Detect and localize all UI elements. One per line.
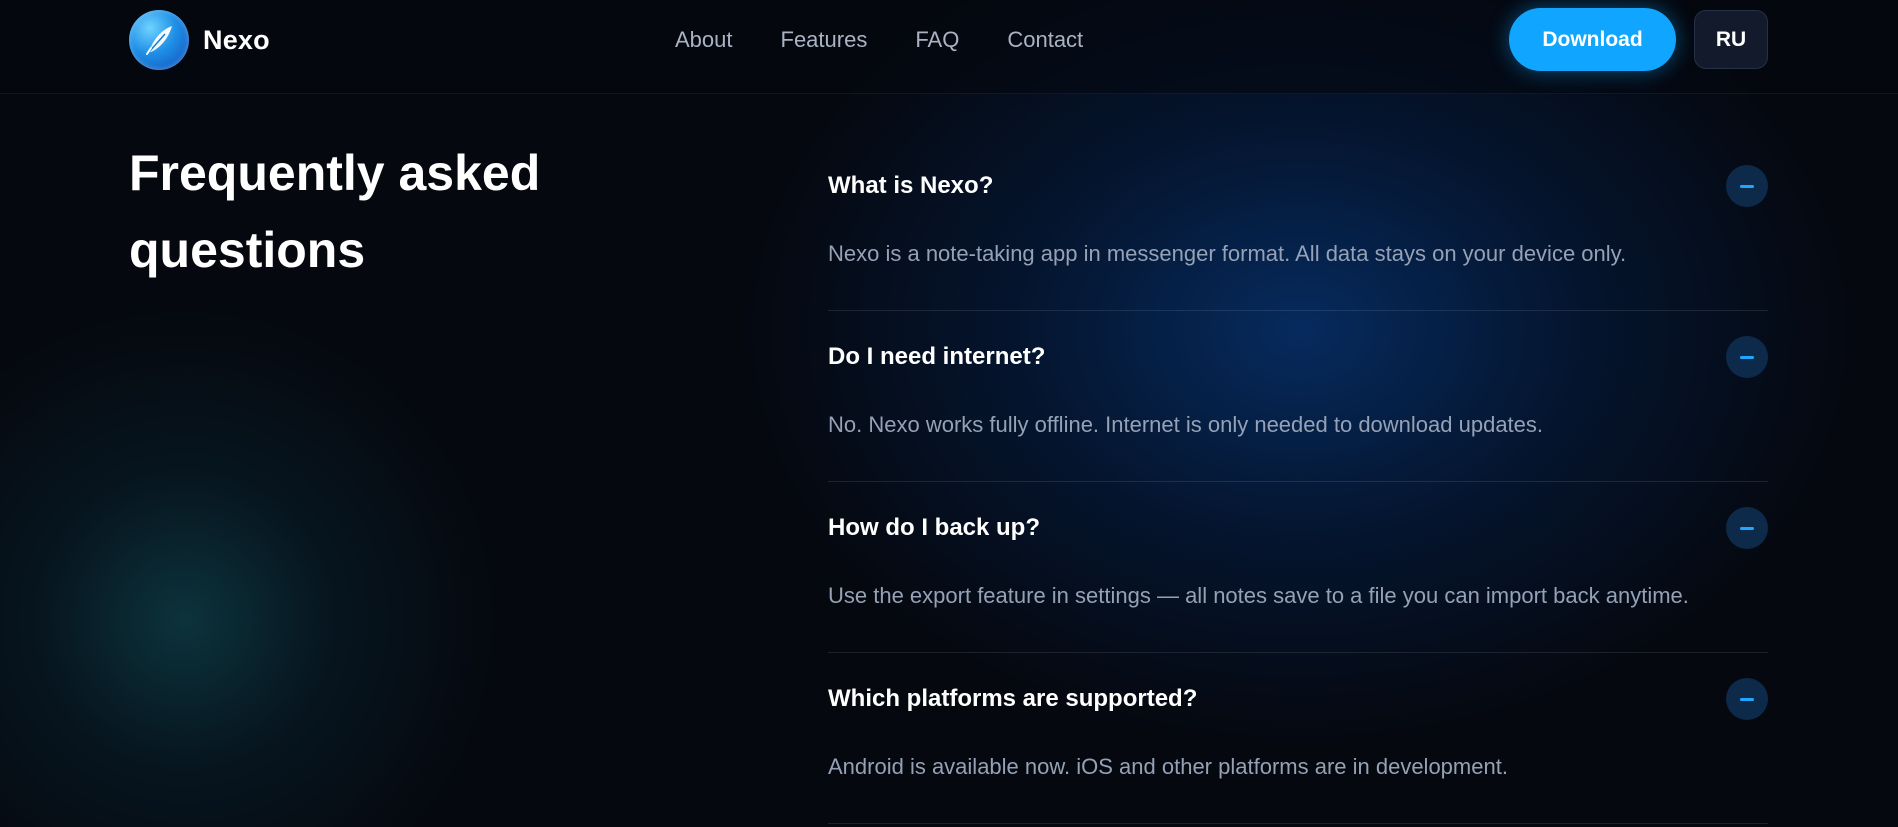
feather-logo-icon	[129, 10, 189, 70]
faq-section-title: Frequently asked questions	[129, 145, 541, 278]
brand-logo-link[interactable]: Nexo	[129, 10, 270, 70]
language-switch-button[interactable]: RU	[1694, 10, 1768, 69]
faq-answer: Android is available now. iOS and other …	[828, 754, 1508, 779]
faq-question[interactable]: Which platforms are supported?	[828, 685, 1197, 713]
nav-link-contact[interactable]: Contact	[1007, 24, 1083, 56]
faq-toggle-button[interactable]	[1726, 678, 1768, 720]
faq-item: What is Nexo? Nexo is a note-taking app …	[828, 140, 1768, 311]
faq-answer: Use the export feature in settings — all…	[828, 583, 1689, 608]
minus-icon	[1740, 526, 1754, 530]
faq-question[interactable]: What is Nexo?	[828, 172, 993, 200]
faq-question[interactable]: How do I back up?	[828, 514, 1040, 542]
faq-answer: No. Nexo works fully offline. Internet i…	[828, 412, 1544, 437]
faq-answer: Nexo is a note-taking app in messenger f…	[828, 241, 1627, 266]
faq-item: How do I back up? Use the export feature…	[828, 482, 1768, 653]
minus-icon	[1740, 355, 1754, 359]
site-header: Nexo About Features FAQ Contact Download…	[0, 0, 1898, 94]
nav-link-faq[interactable]: FAQ	[915, 24, 959, 56]
minus-icon	[1740, 184, 1754, 188]
main-nav: About Features FAQ Contact	[675, 24, 1083, 56]
brand-name: Nexo	[203, 24, 270, 55]
faq-toggle-button[interactable]	[1726, 507, 1768, 549]
download-button[interactable]: Download	[1509, 8, 1676, 71]
faq-toggle-button[interactable]	[1726, 336, 1768, 378]
faq-list: What is Nexo? Nexo is a note-taking app …	[828, 140, 1768, 824]
faq-item: Which platforms are supported? Android i…	[828, 653, 1768, 824]
nav-link-about[interactable]: About	[675, 24, 733, 56]
faq-item: Do I need internet? No. Nexo works fully…	[828, 311, 1768, 482]
faq-question[interactable]: Do I need internet?	[828, 343, 1045, 371]
faq-toggle-button[interactable]	[1726, 165, 1768, 207]
minus-icon	[1740, 697, 1754, 701]
page: Nexo About Features FAQ Contact Download…	[0, 0, 1898, 827]
nav-link-features[interactable]: Features	[781, 24, 868, 56]
